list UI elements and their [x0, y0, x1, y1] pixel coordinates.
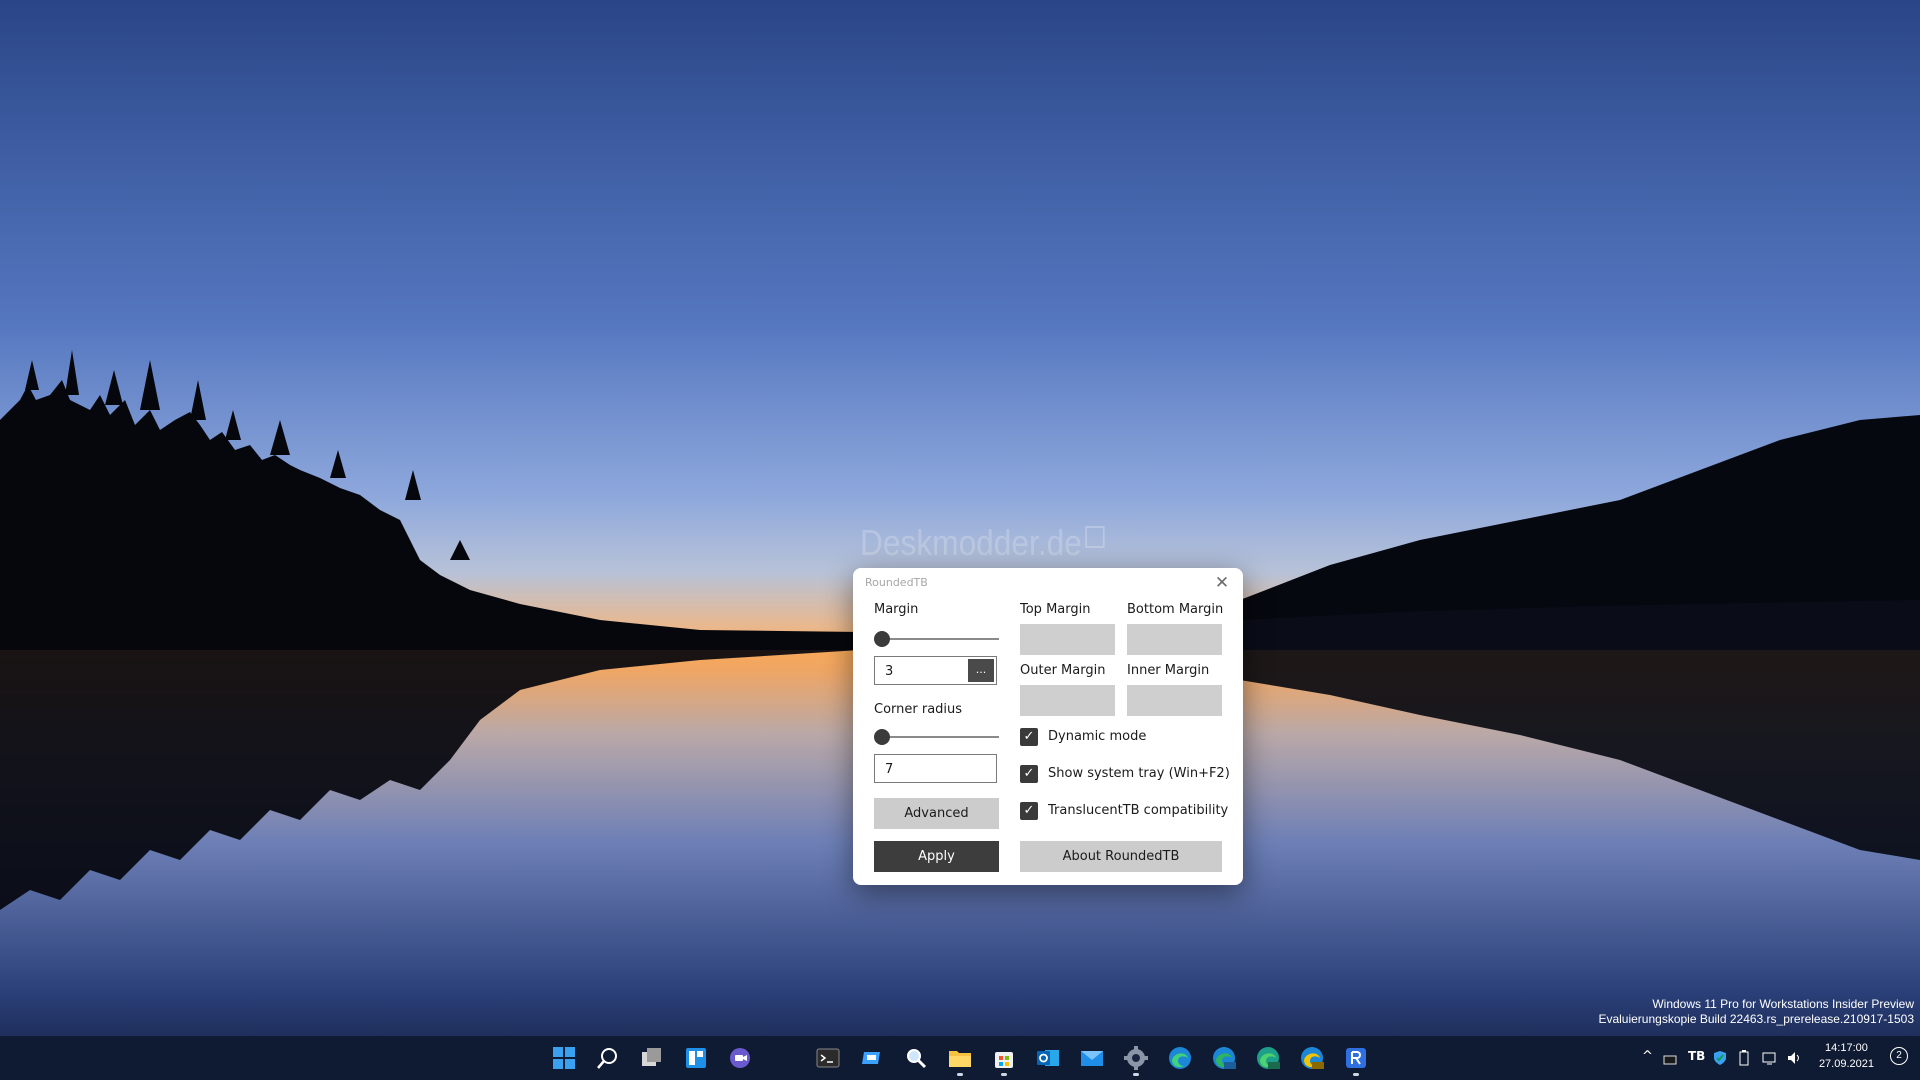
- file-explorer-running-indicator: [957, 1073, 963, 1076]
- edge-canary-icon[interactable]: [1300, 1046, 1324, 1070]
- system-tray-checkbox[interactable]: ✓: [1020, 765, 1038, 783]
- translucenttb-tray-icon[interactable]: TB: [1688, 1049, 1705, 1063]
- translucenttb-checkbox[interactable]: ✓: [1020, 802, 1038, 820]
- roundedtb-icon[interactable]: [1344, 1046, 1368, 1070]
- battery-icon[interactable]: [1736, 1050, 1752, 1066]
- corner-radius-slider[interactable]: [874, 727, 999, 747]
- system-tray-label: Show system tray (Win+F2): [1048, 766, 1230, 781]
- os-build-info: Windows 11 Pro for Workstations Insider …: [1598, 997, 1914, 1027]
- network-icon[interactable]: [1762, 1050, 1778, 1066]
- notification-badge[interactable]: 2: [1890, 1047, 1908, 1065]
- margin-label: Margin: [874, 602, 919, 617]
- store-running-indicator: [1001, 1073, 1007, 1076]
- watermark: Deskmodder.de: [860, 522, 1105, 564]
- inner-margin-label: Inner Margin: [1127, 663, 1210, 678]
- margin-slider-thumb[interactable]: [874, 631, 890, 647]
- task-view-icon[interactable]: [640, 1046, 664, 1070]
- mail-icon[interactable]: [1080, 1046, 1104, 1070]
- file-explorer-icon[interactable]: [948, 1046, 972, 1070]
- dynamic-mode-label: Dynamic mode: [1048, 729, 1147, 744]
- clock-date: 27.09.2021: [1818, 1058, 1874, 1070]
- corner-radius-slider-track: [876, 736, 999, 738]
- magnifier-icon[interactable]: [904, 1046, 928, 1070]
- margin-slider-track: [876, 638, 999, 640]
- remote-desktop-icon[interactable]: [860, 1046, 884, 1070]
- corner-radius-slider-thumb[interactable]: [874, 729, 890, 745]
- translucenttb-label: TranslucentTB compatibility: [1048, 803, 1229, 818]
- search-icon[interactable]: [596, 1046, 620, 1070]
- bottom-margin-input[interactable]: [1127, 624, 1222, 655]
- windows-start-icon[interactable]: [552, 1046, 576, 1070]
- dynamic-mode-checkbox[interactable]: ✓: [1020, 728, 1038, 746]
- corner-radius-label: Corner radius: [874, 702, 963, 717]
- roundedtb-dialog: RoundedTB ✕ Margin 3 ... Corner radius 7…: [853, 568, 1243, 885]
- edge-dev-icon[interactable]: [1256, 1046, 1280, 1070]
- edge-icon[interactable]: [1168, 1046, 1192, 1070]
- defender-tray-icon[interactable]: [1712, 1050, 1728, 1066]
- corner-radius-input-value: 7: [885, 762, 894, 777]
- advanced-button[interactable]: Advanced: [874, 798, 999, 829]
- settings-icon[interactable]: [1124, 1046, 1148, 1070]
- os-edition-text: Windows 11 Pro for Workstations Insider …: [1652, 997, 1914, 1011]
- corner-radius-input[interactable]: 7: [874, 754, 997, 783]
- dialog-title: RoundedTB: [865, 576, 928, 589]
- margin-slider[interactable]: [874, 629, 999, 649]
- watermark-edit-icon: [1085, 526, 1105, 548]
- teams-chat-icon[interactable]: [728, 1046, 752, 1070]
- margin-input[interactable]: 3 ...: [874, 656, 997, 685]
- close-icon[interactable]: ✕: [1211, 572, 1233, 594]
- clock-time: 14:17:00: [1825, 1042, 1868, 1054]
- top-margin-label: Top Margin: [1020, 602, 1091, 617]
- roundedtb-running-indicator: [1353, 1073, 1359, 1076]
- settings-running-indicator: [1133, 1073, 1139, 1076]
- widgets-icon[interactable]: [684, 1046, 708, 1070]
- taskbar-clock[interactable]: 14:17:00 27.09.2021: [1819, 1040, 1874, 1072]
- about-button[interactable]: About RoundedTB: [1020, 841, 1222, 872]
- volume-icon[interactable]: [1786, 1050, 1802, 1066]
- inner-margin-input[interactable]: [1127, 685, 1222, 716]
- show-hidden-icons-chevron[interactable]: ^: [1642, 1049, 1653, 1064]
- top-margin-input[interactable]: [1020, 624, 1115, 655]
- microsoft-store-icon[interactable]: [992, 1046, 1016, 1070]
- margin-input-value: 3: [885, 664, 894, 679]
- outlook-icon[interactable]: [1036, 1046, 1060, 1070]
- bottom-margin-label: Bottom Margin: [1127, 602, 1224, 617]
- onedrive-tray-icon[interactable]: [1662, 1050, 1678, 1066]
- edge-beta-icon[interactable]: [1212, 1046, 1236, 1070]
- outer-margin-label: Outer Margin: [1020, 663, 1106, 678]
- terminal-icon[interactable]: [816, 1046, 840, 1070]
- margin-ellipsis-button[interactable]: ...: [968, 659, 994, 682]
- os-build-text: Evaluierungskopie Build 22463.rs_prerele…: [1598, 1012, 1914, 1026]
- apply-button[interactable]: Apply: [874, 841, 999, 872]
- outer-margin-input[interactable]: [1020, 685, 1115, 716]
